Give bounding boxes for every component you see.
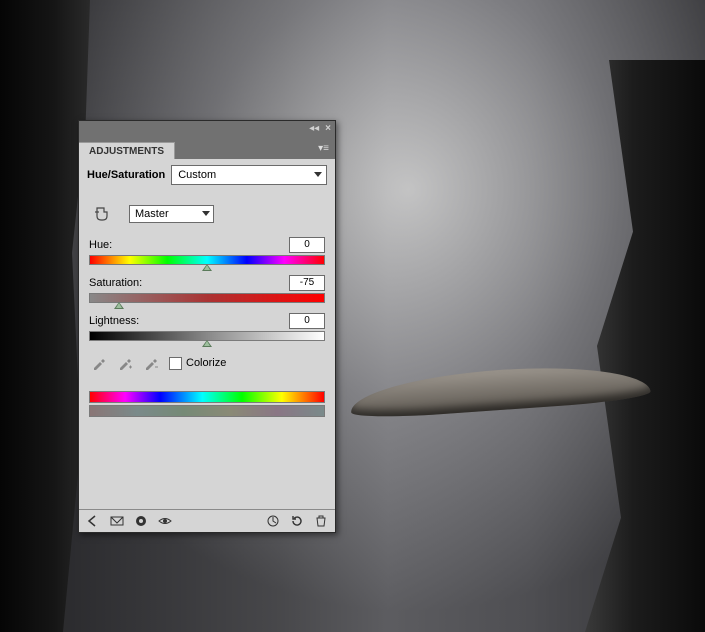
trash-icon[interactable]: [313, 513, 329, 529]
eyedropper-row: Colorize: [91, 355, 325, 371]
lightness-input[interactable]: 0: [289, 313, 325, 329]
panel-titlebar[interactable]: ◂◂ ×: [79, 121, 335, 137]
hue-strip-source: [89, 391, 325, 403]
hue-track[interactable]: [89, 255, 325, 265]
colorize-option[interactable]: Colorize: [169, 357, 226, 370]
reset-icon[interactable]: [289, 513, 305, 529]
colorize-label: Colorize: [186, 357, 226, 369]
eyedropper-subtract-icon[interactable]: [143, 355, 159, 371]
lightness-thumb-inner: [204, 341, 210, 346]
panel-body: Master Hue: 0 Saturation: -75: [79, 189, 335, 509]
targeted-adjust-row: Master: [93, 205, 325, 223]
lightness-track[interactable]: [89, 331, 325, 341]
hue-slider-block: Hue: 0: [89, 237, 325, 265]
panel-tabs: ADJUSTMENTS ▾≡: [79, 137, 335, 159]
clip-to-layer-icon[interactable]: [133, 513, 149, 529]
previous-state-icon[interactable]: [265, 513, 281, 529]
saturation-track[interactable]: [89, 293, 325, 303]
panel-spacer: [89, 423, 325, 501]
panel-menu-icon[interactable]: ▾≡: [318, 143, 329, 154]
tab-adjustments[interactable]: ADJUSTMENTS: [79, 142, 175, 159]
eyedropper-icon[interactable]: [91, 355, 107, 371]
hue-label: Hue:: [89, 239, 112, 251]
lightness-label: Lightness:: [89, 315, 139, 327]
saturation-thumb-inner: [116, 303, 122, 308]
adjustments-panel: ◂◂ × ADJUSTMENTS ▾≡ Hue/Saturation Custo…: [78, 120, 336, 533]
preset-row: Hue/Saturation Custom: [79, 159, 335, 189]
colorize-checkbox[interactable]: [169, 357, 182, 370]
saturation-input[interactable]: -75: [289, 275, 325, 291]
hue-thumb-inner: [204, 265, 210, 270]
saturation-slider-block: Saturation: -75: [89, 275, 325, 303]
lightness-slider-block: Lightness: 0: [89, 313, 325, 341]
channel-dropdown[interactable]: Master: [129, 205, 214, 223]
targeted-adjust-icon[interactable]: [93, 206, 111, 222]
collapse-icon[interactable]: ◂◂: [309, 124, 319, 134]
close-icon[interactable]: ×: [325, 124, 331, 134]
hue-input[interactable]: 0: [289, 237, 325, 253]
hue-strip-result: [89, 405, 325, 417]
saturation-label: Saturation:: [89, 277, 142, 289]
adjustment-type-label: Hue/Saturation: [87, 169, 165, 181]
expand-view-icon[interactable]: [109, 513, 125, 529]
back-arrow-icon[interactable]: [85, 513, 101, 529]
toggle-visibility-icon[interactable]: [157, 513, 173, 529]
preset-dropdown[interactable]: Custom: [171, 165, 327, 185]
panel-footer: [79, 509, 335, 532]
eyedropper-add-icon[interactable]: [117, 355, 133, 371]
hue-range-strips: [89, 391, 325, 417]
